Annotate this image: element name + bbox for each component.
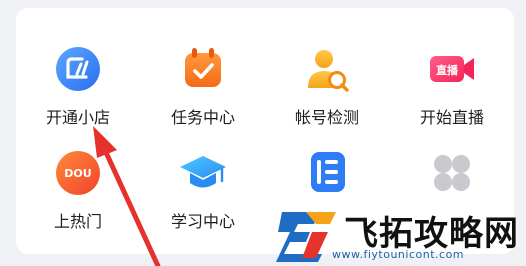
task-calendar-icon	[185, 48, 221, 87]
more-apps-icon	[434, 155, 470, 191]
start-live-label: 开始直播	[419, 108, 484, 127]
learning-center-label: 学习中心	[170, 212, 235, 231]
start-live-button[interactable]: 直播 开始直播	[392, 44, 512, 128]
hot-boost-button[interactable]: DOU 上热门	[18, 148, 138, 232]
graduation-cap-icon	[180, 156, 226, 188]
store-icon	[56, 47, 100, 91]
doc-list-button[interactable]	[267, 148, 387, 232]
account-check-icon	[308, 50, 349, 92]
svg-text:DOU: DOU	[64, 167, 91, 180]
live-camera-icon: 直播	[430, 56, 474, 82]
more-apps-button[interactable]	[392, 148, 512, 232]
svg-text:直播: 直播	[436, 63, 459, 77]
open-store-label: 开通小店	[45, 108, 110, 127]
hot-boost-label: 上热门	[53, 212, 102, 231]
tools-panel: 开通小店 任务中心 帐号检测 直播 开始直播 DOU 上热门 学习中心	[16, 8, 514, 254]
dou-plus-icon: DOU	[56, 151, 100, 195]
account-check-label: 帐号检测	[294, 108, 359, 127]
learning-center-button[interactable]: 学习中心	[143, 148, 263, 232]
open-store-button[interactable]: 开通小店	[18, 44, 138, 128]
task-center-button[interactable]: 任务中心	[143, 44, 263, 128]
doc-list-icon	[311, 152, 345, 192]
task-center-label: 任务中心	[170, 108, 235, 127]
account-check-button[interactable]: 帐号检测	[267, 44, 387, 128]
